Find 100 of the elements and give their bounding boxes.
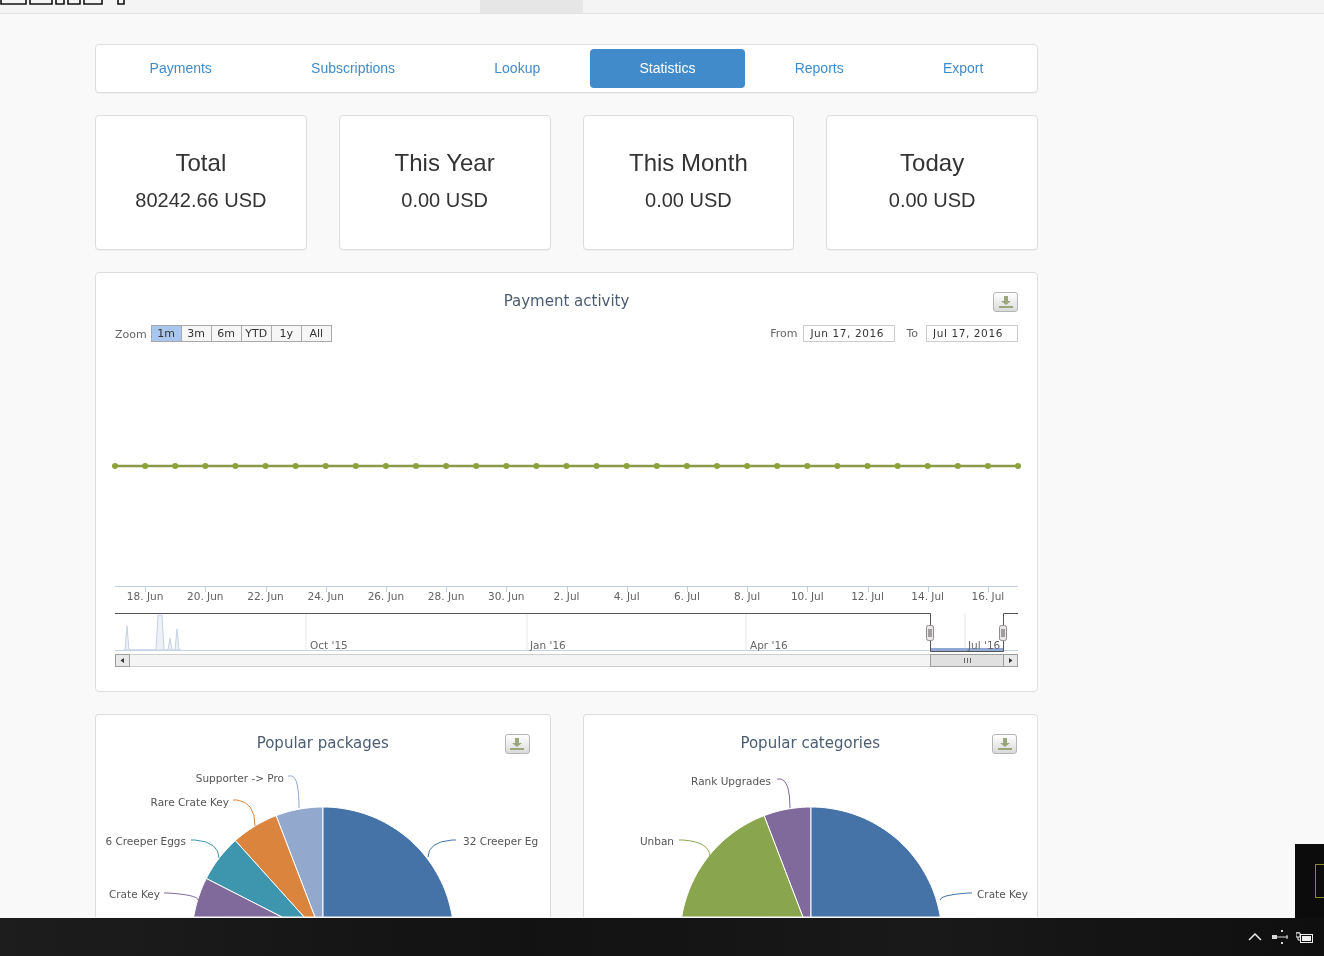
nav-tab[interactable]: Lookup [444,49,590,88]
data-point [262,463,269,469]
chevron-up-icon[interactable] [1248,933,1262,941]
axis-label: 20. Jun [187,590,224,602]
chart-title: Popular packages [256,733,389,754]
stat-value: 0.00 USD [888,188,976,212]
leader-line [287,775,300,809]
export-button[interactable] [504,734,530,754]
leader-line [678,839,710,858]
data-point [623,463,630,469]
range-handle[interactable] [999,625,1007,641]
zoom-button[interactable]: 6m [210,324,242,342]
axis-label: 8. Jul [734,590,761,602]
navigator-label: Oct '15 [310,639,348,651]
navigator-label: Jan '16 [530,639,566,651]
right-arrow-icon [1009,658,1013,663]
slice-label: Unban [639,835,674,847]
zoom-button[interactable]: 1m [150,324,182,342]
data-point [443,463,450,469]
slice-label: Rank Upgrades [690,775,771,787]
scroll-right-button[interactable] [1003,654,1018,667]
stat-title: This Month [629,149,748,177]
slice-label: Crate Key [108,888,160,900]
data-point [834,463,841,469]
data-point [804,463,811,469]
date-field[interactable]: Jul 17, 2016 [926,324,1018,342]
data-point [352,463,359,469]
stat-value: 0.00 USD [401,188,488,212]
axis-label: 12. Jul [851,590,884,602]
axis-label: 18. Jun [126,590,164,602]
export-button[interactable] [993,292,1018,312]
data-point [172,463,179,469]
nav-tab[interactable]: Export [893,49,1033,88]
leader-line [427,839,457,858]
stat-value: 80242.66 USD [135,188,267,212]
axis-label: 26. Jun [367,590,405,602]
data-point [322,463,329,469]
chart-title: Popular categories [740,733,881,754]
data-point [202,463,209,469]
leader-line [776,778,790,809]
zoom-button[interactable]: 1y [270,324,302,342]
export-button[interactable] [992,734,1017,754]
date-label: From [770,326,798,340]
stat-title: Today [900,149,965,177]
zoom-button[interactable]: YTD [240,324,272,342]
data-point [232,463,239,469]
axis-label: 10. Jul [790,590,824,602]
grip-icon [964,657,971,664]
axis-label: 4. Jul [613,590,640,602]
slice-label: 32 Creeper Eg [463,835,539,847]
data-point [653,463,660,469]
data-point [533,463,540,469]
data-point [382,463,389,469]
stat-title: This Year [394,149,495,177]
axis-label: 2. Jul [553,590,580,602]
date-label: To [906,326,918,340]
data-point [593,463,600,469]
download-icon [997,738,1012,750]
data-point [894,463,901,469]
data-point [1015,463,1021,469]
leader-line [232,799,256,827]
zoom-button[interactable]: 3m [180,324,212,342]
data-point [744,463,751,469]
navigator-label: Apr '16 [750,639,788,651]
data-point [142,463,149,469]
download-icon [510,738,524,750]
stat-value: 0.00 USD [645,188,732,212]
axis-label: 24. Jun [307,590,344,602]
scroll-left-button[interactable] [115,654,130,667]
scrollbar-thumb[interactable] [930,654,1004,667]
network-icon[interactable] [1272,930,1288,944]
data-point [683,463,690,469]
zoom-button[interactable]: All [300,324,332,342]
data-point [924,463,931,469]
axis-label: 28. Jun [427,590,465,602]
range-handle[interactable] [926,625,934,641]
slice-label: 6 Creeper Eggs [105,835,186,847]
axis-label: 14. Jul [911,590,945,602]
leader-line [939,892,972,901]
nav-tab[interactable]: Reports [745,49,894,88]
date-field[interactable]: Jun 17, 2016 [803,324,896,342]
nav-tab[interactable]: Statistics [589,49,746,88]
slice-label: Rare Crate Key [150,796,229,808]
data-point [112,463,118,469]
leader-line [190,839,220,859]
leader-line [163,892,199,901]
battery-icon[interactable] [1296,931,1313,943]
slice-label: Supporter -> Pro [195,773,284,784]
left-arrow-icon [120,658,124,663]
nav-tab[interactable]: Payments [100,49,262,88]
data-point [954,463,961,469]
data-point [563,463,570,469]
nav-tab[interactable]: Subscriptions [261,49,445,88]
axis-label: 22. Jun [247,590,284,602]
axis-label: 6. Jul [673,590,700,602]
stat-title: Total [175,149,227,177]
data-point [413,463,419,469]
chart-title: Payment activity [503,291,630,312]
axis-label: 30. Jun [488,590,525,602]
slice-label: Crate Key [976,888,1028,900]
